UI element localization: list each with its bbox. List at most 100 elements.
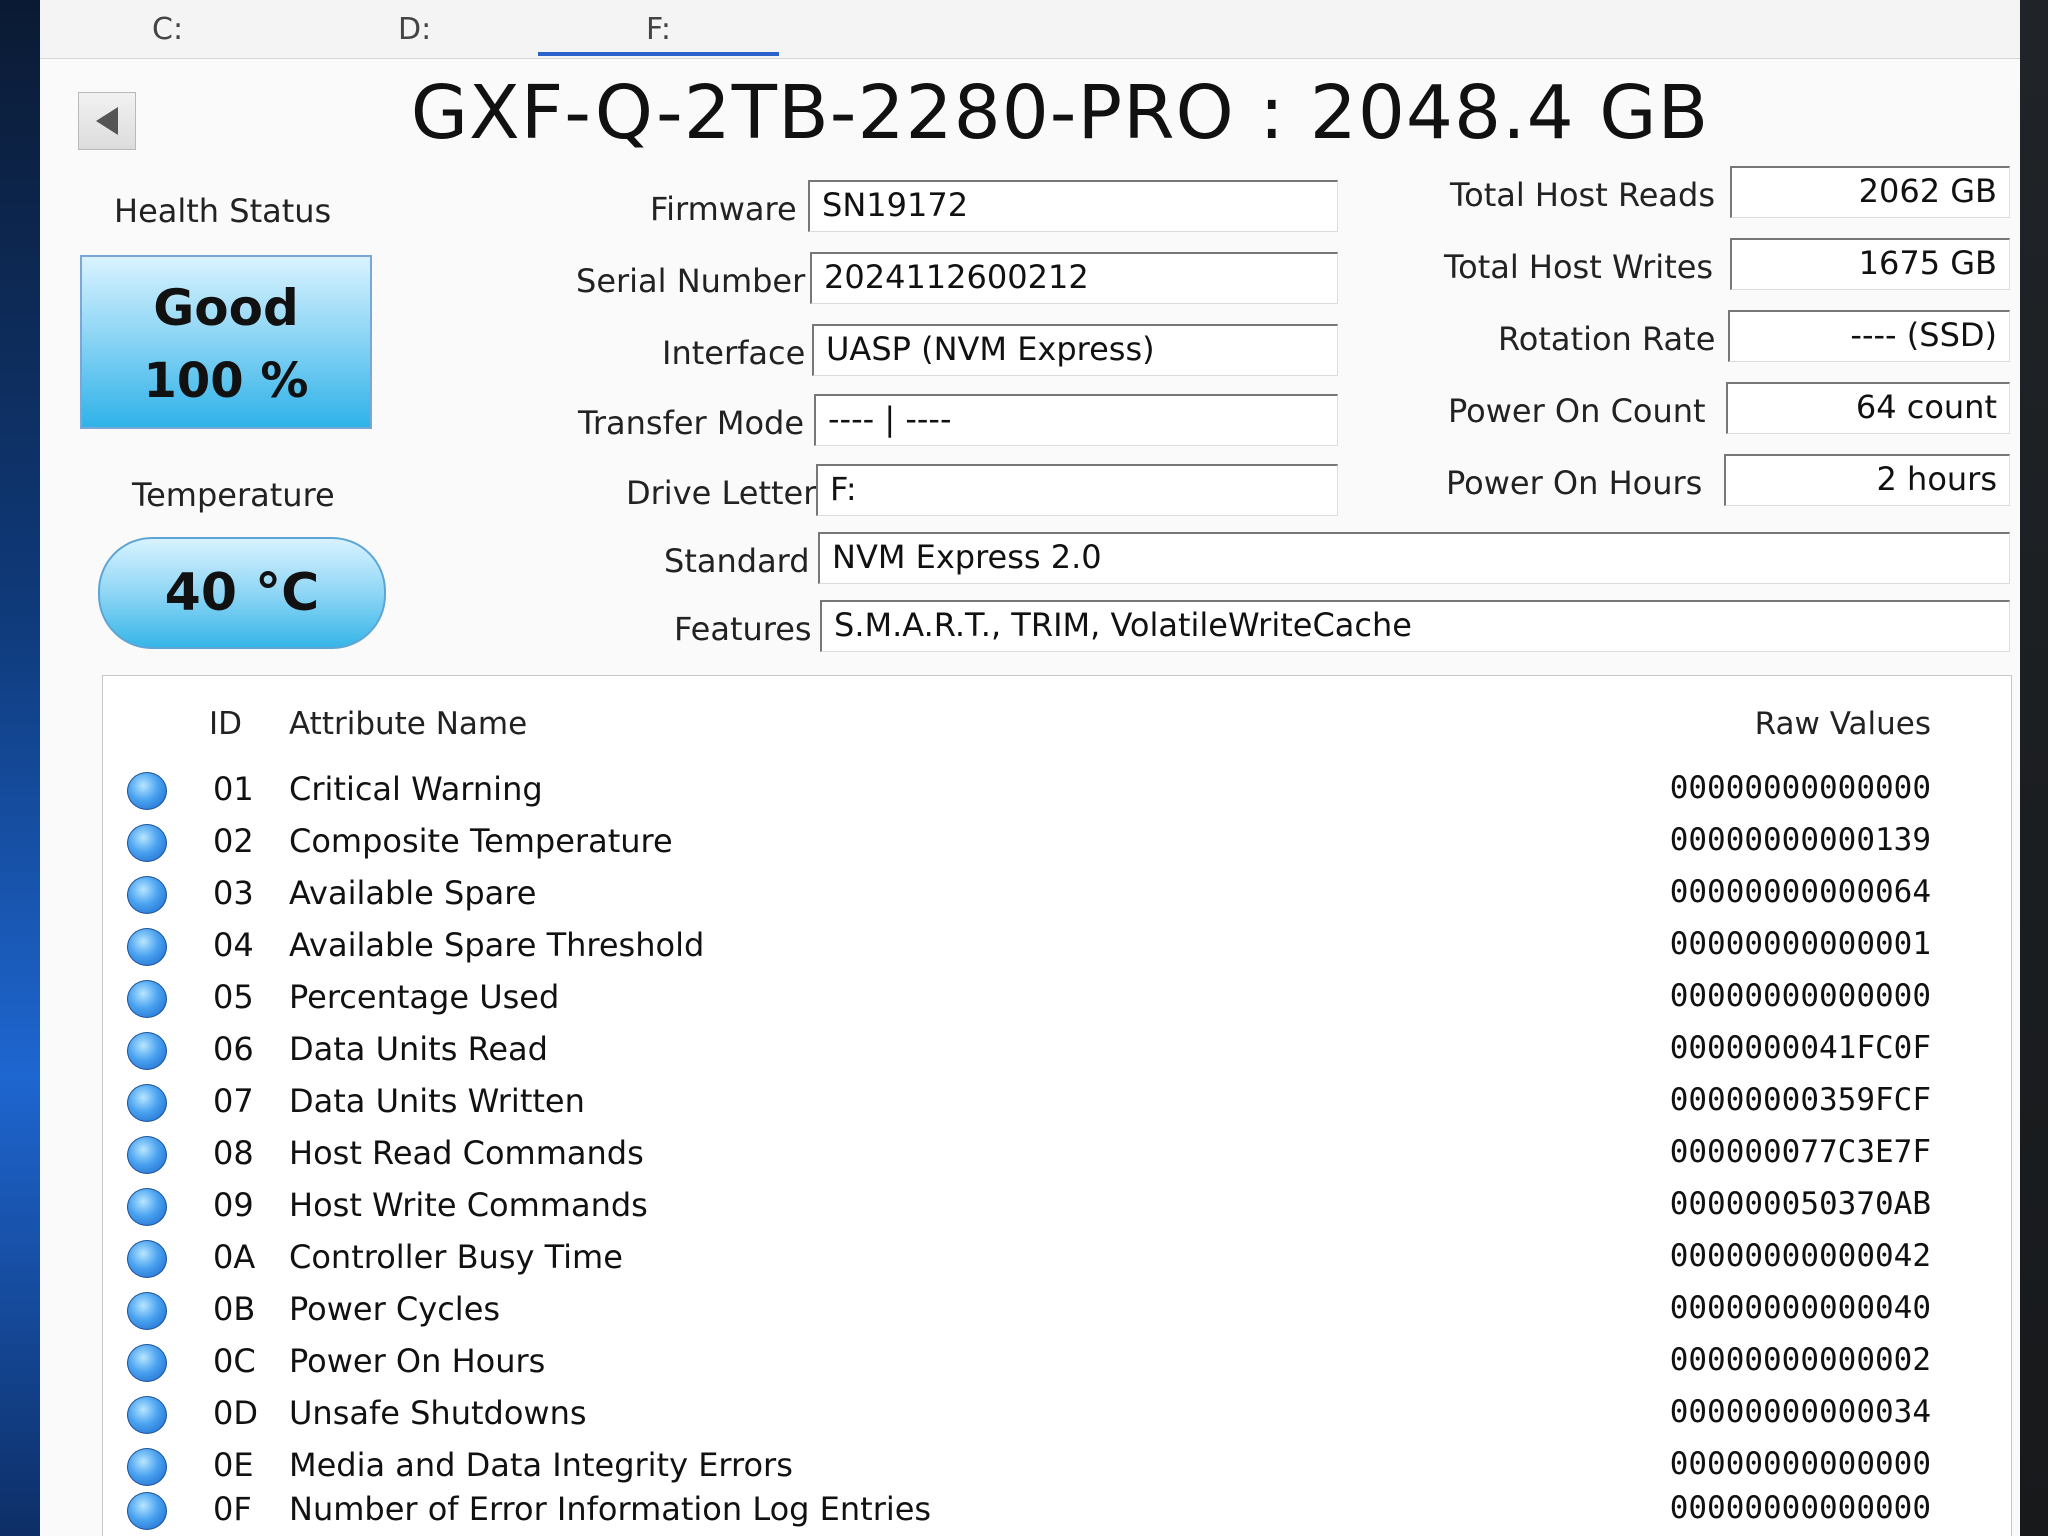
status-dot-icon [127, 1344, 167, 1382]
temperature-box[interactable]: 40 °C [98, 537, 386, 649]
tab-drive-c[interactable]: C: [152, 12, 183, 47]
firmware-label: Firmware [650, 190, 797, 228]
table-row[interactable]: 03 Available Spare 00000000000064 [103, 868, 2011, 920]
attribute-name: Data Units Read [289, 1030, 548, 1068]
attribute-name: Host Write Commands [289, 1186, 648, 1224]
interface-label: Interface [662, 334, 806, 372]
desktop-background-left [0, 0, 40, 1536]
attribute-raw-value: 00000000000000 [1669, 770, 1931, 806]
attribute-id: 02 [213, 822, 254, 860]
status-dot-icon [127, 1136, 167, 1174]
attribute-raw-value: 00000000000001 [1669, 926, 1931, 962]
table-row[interactable]: 07 Data Units Written 00000000359FCF [103, 1076, 2011, 1128]
health-status-box[interactable]: Good 100 % [80, 255, 372, 429]
attribute-name: Available Spare [289, 874, 537, 912]
table-row[interactable]: 01 Critical Warning 00000000000000 [103, 764, 2011, 816]
attribute-id: 0D [213, 1394, 258, 1432]
status-dot-icon [127, 1396, 167, 1434]
attribute-name: Percentage Used [289, 978, 560, 1016]
table-row[interactable]: 02 Composite Temperature 00000000000139 [103, 816, 2011, 868]
attribute-id: 04 [213, 926, 254, 964]
status-dot-icon [127, 772, 167, 810]
attribute-name: Media and Data Integrity Errors [289, 1446, 793, 1484]
column-header-raw-values[interactable]: Raw Values [1755, 706, 1931, 742]
table-row[interactable]: 08 Host Read Commands 000000077C3E7F [103, 1128, 2011, 1180]
health-status-value: Good [153, 279, 299, 337]
attribute-raw-value: 00000000000034 [1669, 1394, 1931, 1430]
attribute-name: Controller Busy Time [289, 1238, 623, 1276]
firmware-field: SN19172 [808, 180, 1338, 232]
status-dot-icon [127, 928, 167, 966]
rotation-rate-label: Rotation Rate [1498, 320, 1716, 358]
drive-letter-field: F: [816, 464, 1338, 516]
attribute-raw-value: 00000000000000 [1669, 978, 1931, 1014]
temperature-label: Temperature [132, 476, 335, 514]
attribute-id: 05 [213, 978, 254, 1016]
power-on-hours-field: 2 hours [1724, 454, 2010, 506]
drive-letter-label: Drive Letter [626, 474, 817, 512]
table-row[interactable]: 06 Data Units Read 0000000041FC0F [103, 1024, 2011, 1076]
attribute-raw-value: 000000077C3E7F [1669, 1134, 1931, 1170]
attribute-id: 0F [213, 1490, 252, 1528]
smart-attributes-table: ID Attribute Name Raw Values 01 Critical… [102, 675, 2012, 1536]
desktop-background-right [2020, 0, 2048, 1536]
table-row[interactable]: 0A Controller Busy Time 00000000000042 [103, 1232, 2011, 1284]
table-row[interactable]: 0D Unsafe Shutdowns 00000000000034 [103, 1388, 2011, 1440]
attribute-name: Power On Hours [289, 1342, 546, 1380]
table-row[interactable]: 04 Available Spare Threshold 00000000000… [103, 920, 2011, 972]
total-host-reads-label: Total Host Reads [1450, 176, 1716, 214]
serial-number-field: 2024112600212 [810, 252, 1338, 304]
attribute-raw-value: 00000000000139 [1669, 822, 1931, 858]
total-host-writes-label: Total Host Writes [1444, 248, 1714, 286]
health-status-label: Health Status [114, 192, 332, 230]
table-row[interactable]: 05 Percentage Used 00000000000000 [103, 972, 2011, 1024]
table-row[interactable]: 09 Host Write Commands 000000050370AB [103, 1180, 2011, 1232]
attribute-raw-value: 00000000000002 [1669, 1342, 1931, 1378]
attribute-raw-value: 000000050370AB [1669, 1186, 1931, 1222]
status-dot-icon [127, 980, 167, 1018]
power-on-count-field: 64 count [1726, 382, 2010, 434]
tab-drive-d[interactable]: D: [398, 12, 431, 47]
column-header-attribute-name[interactable]: Attribute Name [289, 706, 527, 742]
column-header-id[interactable]: ID [209, 706, 242, 742]
attribute-name: Data Units Written [289, 1082, 585, 1120]
status-dot-icon [127, 824, 167, 862]
status-dot-icon [127, 1492, 167, 1530]
attribute-raw-value: 00000000359FCF [1669, 1082, 1931, 1118]
status-dot-icon [127, 1188, 167, 1226]
transfer-mode-label: Transfer Mode [578, 404, 805, 442]
status-dot-icon [127, 1448, 167, 1486]
attribute-id: 0C [213, 1342, 256, 1380]
total-host-reads-field: 2062 GB [1730, 166, 2010, 218]
attribute-name: Host Read Commands [289, 1134, 644, 1172]
attribute-name: Critical Warning [289, 770, 543, 808]
attribute-name: Available Spare Threshold [289, 926, 705, 964]
serial-number-label: Serial Number [576, 262, 806, 300]
attribute-id: 06 [213, 1030, 254, 1068]
attribute-name: Composite Temperature [289, 822, 673, 860]
attribute-id: 07 [213, 1082, 254, 1120]
table-row[interactable]: 0F Number of Error Information Log Entri… [103, 1484, 2011, 1536]
attribute-name: Unsafe Shutdowns [289, 1394, 587, 1432]
table-row[interactable]: 0C Power On Hours 00000000000002 [103, 1336, 2011, 1388]
drive-title: GXF-Q-2TB-2280-PRO : 2048.4 GB [410, 70, 1710, 156]
health-percent-value: 100 % [143, 353, 309, 409]
attribute-id: 09 [213, 1186, 254, 1224]
app-window: C: D: F: GXF-Q-2TB-2280-PRO : 2048.4 GB … [40, 0, 2020, 1536]
status-dot-icon [127, 1084, 167, 1122]
power-on-hours-label: Power On Hours [1446, 464, 1703, 502]
attribute-id: 03 [213, 874, 254, 912]
standard-field: NVM Express 2.0 [818, 532, 2010, 584]
tab-drive-f[interactable]: F: [537, 12, 780, 56]
table-row[interactable]: 0B Power Cycles 00000000000040 [103, 1284, 2011, 1336]
rotation-rate-field: ---- (SSD) [1728, 310, 2010, 362]
attribute-raw-value: 00000000000040 [1669, 1290, 1931, 1326]
attribute-raw-value: 00000000000000 [1669, 1446, 1931, 1482]
total-host-writes-field: 1675 GB [1730, 238, 2010, 290]
transfer-mode-field: ---- | ---- [814, 394, 1338, 446]
attribute-id: 0B [213, 1290, 256, 1328]
status-dot-icon [127, 1240, 167, 1278]
features-field: S.M.A.R.T., TRIM, VolatileWriteCache [820, 600, 2010, 652]
status-dot-icon [127, 1032, 167, 1070]
attribute-id: 0A [213, 1238, 256, 1276]
